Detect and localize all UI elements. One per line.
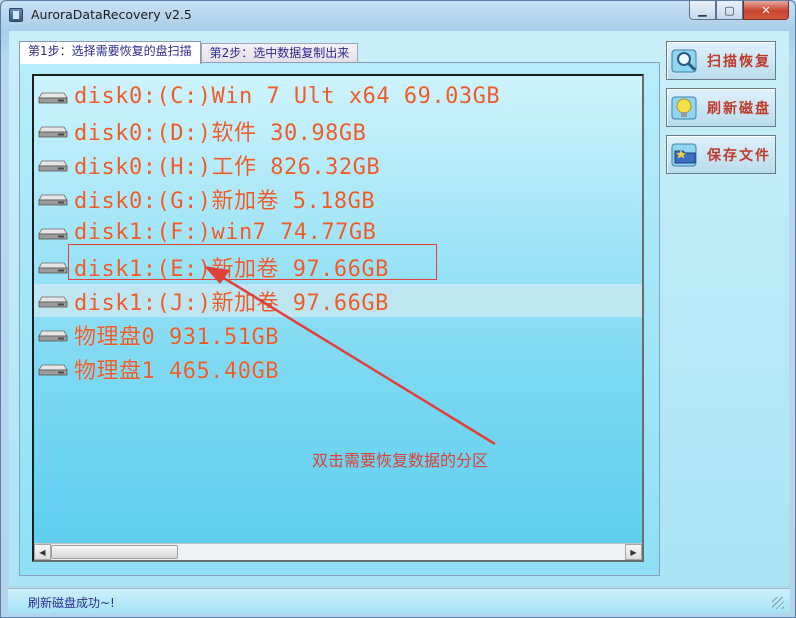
annotation-text: 双击需要恢复数据的分区: [312, 451, 489, 470]
resize-grip-icon[interactable]: [772, 597, 784, 609]
status-bar: 刷新磁盘成功~!: [8, 588, 790, 613]
magnifier-icon: [671, 49, 697, 73]
scan-button-label: 扫描恢复: [707, 54, 771, 70]
refresh-button-label: 刷新磁盘: [707, 101, 771, 117]
tab-step1[interactable]: 第1步：选择需要恢复的盘扫描: [19, 41, 201, 64]
refresh-disk-button[interactable]: 刷新磁盘: [666, 88, 776, 127]
scan-recover-button[interactable]: 扫描恢复: [666, 41, 776, 80]
folder-star-icon: [671, 143, 697, 167]
save-button-label: 保存文件: [707, 148, 771, 164]
status-text: 刷新磁盘成功~!: [28, 596, 115, 610]
save-file-button[interactable]: 保存文件: [666, 135, 776, 174]
lightbulb-icon: [671, 96, 697, 120]
